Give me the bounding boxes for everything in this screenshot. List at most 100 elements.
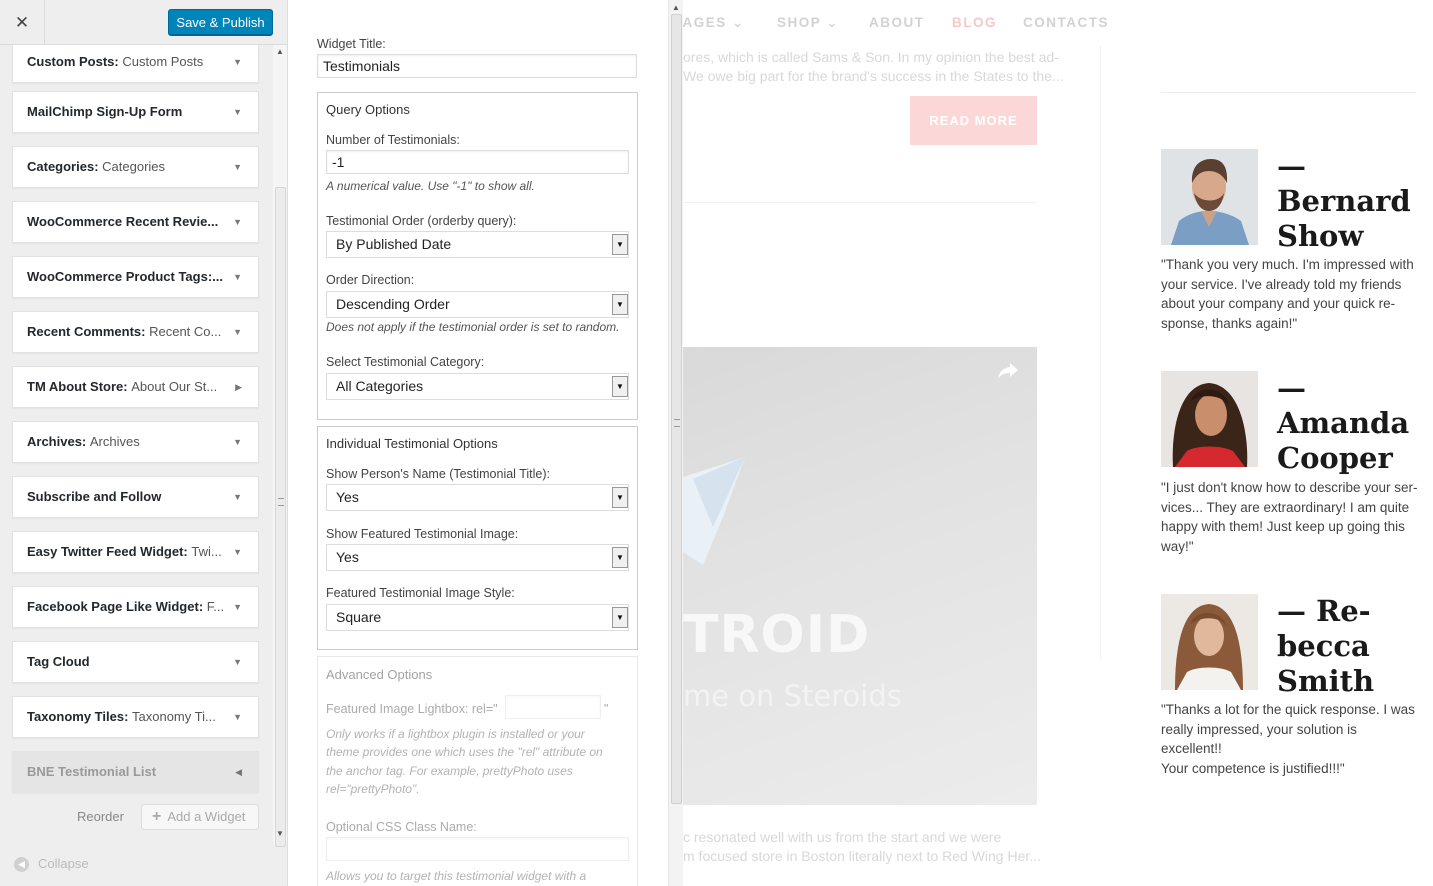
widget-item-facebook-page-like[interactable]: Facebook Page Like Widget: F... ▼	[12, 586, 259, 628]
post-text-line: c resonated well with us from the start …	[683, 829, 1002, 845]
video-thumbnail[interactable]: TROID me on Steroids	[683, 347, 1037, 805]
css-class-label: Optional CSS Class Name:	[326, 820, 477, 834]
dropdown-arrow-icon[interactable]: ▼	[612, 234, 628, 255]
chevron-down-icon[interactable]: ▼	[233, 477, 242, 517]
chevron-down-icon[interactable]: ▼	[233, 697, 242, 737]
nav-item-blog[interactable]: BLOG	[952, 15, 997, 30]
scroll-up-icon[interactable]: ▲	[276, 47, 284, 56]
sidebar-scroll-thumb[interactable]	[275, 187, 286, 847]
read-more-button[interactable]: READ MORE	[910, 96, 1037, 145]
collapse-button[interactable]: ◀ Collapse	[14, 856, 89, 873]
widget-item-recent-comments[interactable]: Recent Comments: Recent Co... ▼	[12, 311, 259, 353]
form-scroll-thumb[interactable]	[671, 14, 682, 804]
order-label: Testimonial Order (orderby query):	[326, 214, 517, 228]
chevron-down-icon[interactable]: ▼	[233, 257, 242, 297]
category-select[interactable]: All Categories ▼	[326, 373, 629, 400]
save-publish-button[interactable]: Save & Publish	[168, 9, 273, 36]
scroll-up-icon[interactable]: ▲	[672, 3, 680, 12]
widget-title: About Our St...	[131, 379, 218, 394]
widget-item-easy-twitter-feed[interactable]: Easy Twitter Feed Widget: Twi... ▼	[12, 531, 259, 573]
image-style-select[interactable]: Square ▼	[326, 604, 629, 631]
reorder-link[interactable]: Reorder	[77, 809, 124, 824]
direction-select[interactable]: Descending Order ▼	[326, 291, 629, 318]
count-hint: A numerical value. Use "-1" to show all.	[326, 179, 535, 193]
widget-item-tag-cloud[interactable]: Tag Cloud ▼	[12, 641, 259, 683]
chevron-down-icon[interactable]: ▼	[233, 202, 242, 242]
chevron-down-icon[interactable]: ▼	[233, 587, 242, 627]
order-select[interactable]: By Published Date ▼	[326, 231, 629, 258]
widget-item-subscribe-follow[interactable]: Subscribe and Follow ▼	[12, 476, 259, 518]
widget-item-categories[interactable]: Categories: Categories ▼	[12, 146, 259, 188]
form-scrollbar[interactable]: ▲	[668, 0, 683, 886]
scroll-down-icon[interactable]: ▼	[276, 829, 284, 838]
widget-name: BNE Testimonial List	[27, 764, 157, 779]
widget-item-woo-product-tags[interactable]: WooCommerce Product Tags:... ▼	[12, 256, 259, 298]
lightbox-hint-line: Only works if a lightbox plugin is insta…	[326, 727, 585, 741]
dropdown-arrow-icon[interactable]: ▼	[612, 487, 628, 508]
dropdown-arrow-icon[interactable]: ▼	[612, 547, 628, 568]
grip-icon	[674, 419, 680, 427]
chevron-down-icon[interactable]: ▼	[233, 532, 242, 572]
widget-item-woo-recent-reviews[interactable]: WooCommerce Recent Revie... ▼	[12, 201, 259, 243]
show-name-label: Show Person's Name (Testimonial Title):	[326, 467, 550, 481]
nav-item-contacts[interactable]: CONTACTS	[1023, 15, 1109, 30]
widget-title-label: Widget Title:	[317, 37, 386, 51]
dropdown-arrow-icon[interactable]: ▼	[612, 376, 628, 397]
testimonial-quote: "Thank you very much. I'm impressed with…	[1161, 257, 1414, 331]
close-icon[interactable]: ✕	[0, 0, 45, 45]
widget-name: Subscribe and Follow	[27, 489, 162, 504]
grip-icon	[278, 498, 284, 506]
share-icon[interactable]	[997, 361, 1019, 381]
widget-form-panel: Widget Title: Testimonials Query Options…	[289, 0, 668, 886]
nav-item-shop[interactable]: SHOP ⌄	[777, 15, 839, 31]
chevron-down-icon[interactable]: ▼	[233, 312, 242, 352]
testimonial-quote: "I just don't know how to describe your …	[1161, 480, 1418, 554]
plus-icon: +	[152, 808, 162, 825]
image-style-select-value: Square	[336, 609, 382, 625]
widget-item-archives[interactable]: Archives: Archives ▼	[12, 421, 259, 463]
widget-title-input[interactable]: Testimonials	[317, 54, 637, 78]
add-widget-button[interactable]: + Add a Widget	[141, 804, 259, 830]
chevron-down-icon[interactable]: ▼	[233, 642, 242, 682]
show-image-select-value: Yes	[336, 549, 359, 565]
divider	[1161, 92, 1416, 93]
chevron-down-icon[interactable]: ▼	[233, 45, 242, 82]
widget-item-custom-posts[interactable]: Custom Posts: Custom Posts ▼	[12, 45, 259, 83]
nav-item-about[interactable]: ABOUT	[869, 15, 925, 30]
widget-title: Taxonomy Ti...	[132, 709, 216, 724]
dropdown-arrow-icon[interactable]: ▼	[612, 607, 628, 628]
widget-name: WooCommerce Product Tags:...	[27, 269, 223, 284]
site-preview: PAGES ⌄ SHOP ⌄ ABOUT BLOG CONTACTS ores,…	[683, 0, 1433, 886]
widget-title: Twi...	[191, 544, 222, 559]
testimonial-name: — Amanda Cooper	[1277, 371, 1410, 475]
lightbox-rel-input[interactable]	[505, 695, 601, 719]
count-label: Number of Testimonials:	[326, 133, 460, 147]
sidebar-scrollbar[interactable]: ▲ ▼	[273, 45, 287, 847]
css-class-input[interactable]	[326, 837, 629, 861]
chevron-down-icon[interactable]: ▼	[233, 422, 242, 462]
customizer-header: ✕ Save & Publish	[0, 0, 287, 45]
video-subtitle: me on Steroids	[683, 679, 902, 713]
query-options-legend: Query Options	[326, 102, 410, 117]
widget-title: F...	[206, 599, 225, 614]
nav-item-pages[interactable]: PAGES ⌄	[683, 15, 745, 31]
widget-list: Custom Posts: Custom Posts ▼ MailChimp S…	[0, 45, 273, 845]
testimonial-name: — Bernard Show	[1277, 149, 1411, 253]
show-name-select[interactable]: Yes ▼	[326, 484, 629, 511]
chevron-left-icon[interactable]: ◀	[235, 752, 242, 792]
lightbox-hint-line: rel="prettyPhoto".	[326, 782, 420, 796]
widget-name: WooCommerce Recent Revie...	[27, 214, 219, 229]
widget-name: Categories	[27, 159, 95, 174]
widget-item-taxonomy-tiles[interactable]: Taxonomy Tiles: Taxonomy Ti... ▼	[12, 696, 259, 738]
widget-name: TM About Store	[27, 379, 124, 394]
show-image-select[interactable]: Yes ▼	[326, 544, 629, 571]
chevron-down-icon[interactable]: ▼	[233, 92, 242, 132]
dropdown-arrow-icon[interactable]: ▼	[612, 294, 628, 315]
add-widget-label: Add a Widget	[167, 809, 246, 824]
widget-item-bne-testimonial-list[interactable]: BNE Testimonial List ◀	[12, 751, 259, 793]
widget-item-tm-about-store[interactable]: TM About Store: About Our St... ▶	[12, 366, 259, 408]
chevron-down-icon[interactable]: ▼	[233, 147, 242, 187]
widget-item-mailchimp[interactable]: MailChimp Sign-Up Form ▼	[12, 91, 259, 133]
count-input[interactable]: -1	[326, 150, 629, 174]
chevron-right-icon[interactable]: ▶	[235, 367, 242, 407]
